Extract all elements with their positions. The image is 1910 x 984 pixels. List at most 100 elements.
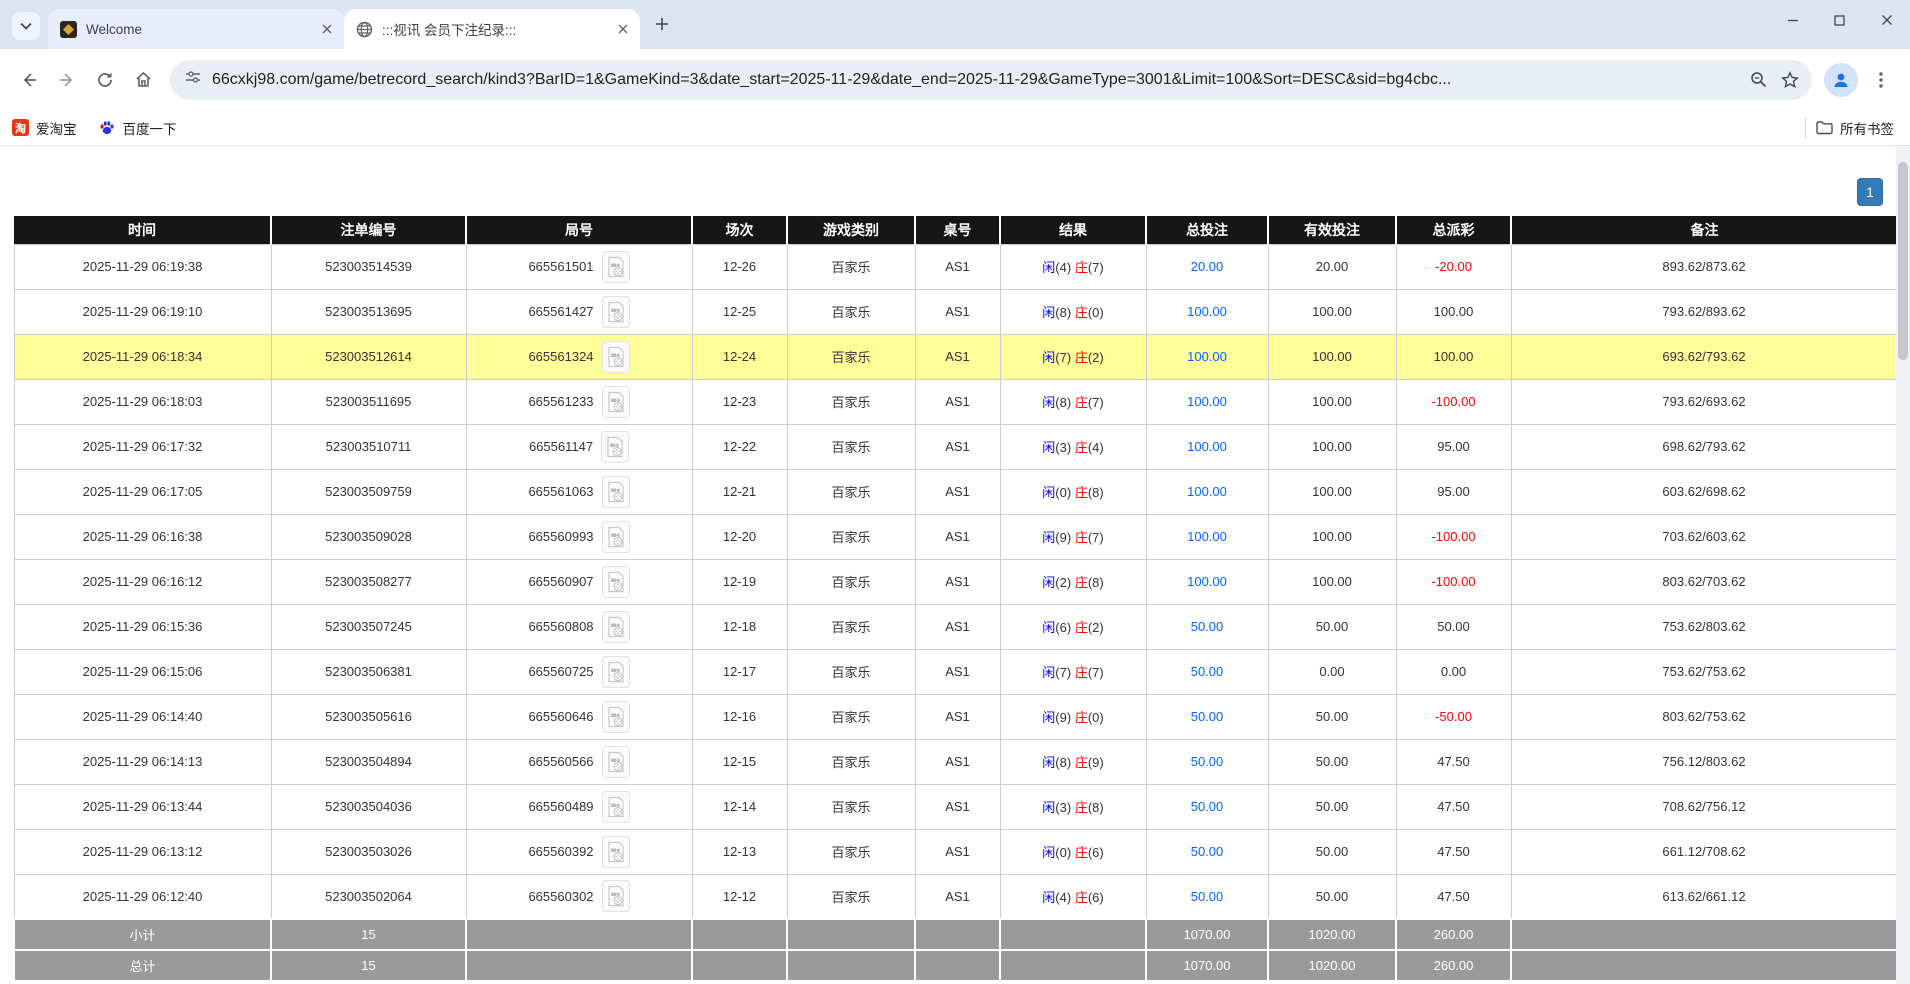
cell-result: 闲(7) 庄(2)	[1000, 334, 1146, 379]
pagination-page-button[interactable]: 1	[1857, 178, 1883, 206]
table-row: 2025-11-29 06:16:12 523003508277 6655609…	[14, 559, 1897, 604]
cell-table: AS1	[915, 784, 1000, 829]
video-replay-button[interactable]	[602, 836, 630, 868]
header-table: 桌号	[915, 216, 1000, 244]
banker-result-value: (8)	[1088, 800, 1104, 815]
player-result-value: (4)	[1055, 260, 1071, 275]
cell-time: 2025-11-29 06:16:38	[14, 514, 271, 559]
cell-round-id: 665561427	[466, 289, 692, 334]
cell-result: 闲(8) 庄(7)	[1000, 379, 1146, 424]
plus-icon	[655, 17, 669, 36]
video-replay-button[interactable]	[602, 791, 630, 823]
tab-bet-records[interactable]: :::视讯 会员下注纪录:::	[344, 9, 640, 49]
maximize-button[interactable]	[1816, 0, 1863, 40]
video-replay-button[interactable]	[602, 656, 630, 688]
bookmark-baidu[interactable]: 百度一下	[99, 118, 177, 138]
banker-result-label: 庄	[1075, 260, 1088, 275]
cell-payout: 95.00	[1396, 469, 1511, 514]
video-replay-button[interactable]	[602, 880, 630, 912]
cell-payout: 47.50	[1396, 874, 1511, 919]
player-result-value: (8)	[1055, 305, 1071, 320]
video-replay-button[interactable]	[601, 431, 629, 463]
cell-valid-bet: 100.00	[1268, 469, 1396, 514]
video-replay-button[interactable]	[602, 296, 630, 328]
cell-note: 803.62/703.62	[1511, 559, 1897, 604]
banker-result-label: 庄	[1075, 710, 1088, 725]
cell-total-bet: 50.00	[1146, 694, 1268, 739]
profile-avatar[interactable]	[1824, 63, 1858, 97]
address-bar[interactable]: 66cxkj98.com/game/betrecord_search/kind3…	[170, 60, 1812, 100]
tab-close-icon[interactable]	[614, 20, 632, 38]
video-replay-button[interactable]	[602, 386, 630, 418]
zoom-icon[interactable]	[1742, 64, 1774, 96]
tab-welcome[interactable]: Welcome	[48, 9, 344, 49]
video-replay-button[interactable]	[602, 746, 630, 778]
subtotal-valid-bet: 1020.00	[1268, 919, 1396, 950]
cell-total-bet: 100.00	[1146, 334, 1268, 379]
refresh-button[interactable]	[86, 61, 124, 99]
url-text[interactable]: 66cxkj98.com/game/betrecord_search/kind3…	[212, 71, 1732, 89]
table-row: 2025-11-29 06:13:12 523003503026 6655603…	[14, 829, 1897, 874]
player-result-value: (8)	[1055, 395, 1071, 410]
cell-valid-bet: 50.00	[1268, 874, 1396, 919]
tab-title: :::视讯 会员下注纪录:::	[382, 19, 614, 39]
video-replay-button[interactable]	[602, 701, 630, 733]
back-button[interactable]	[10, 61, 48, 99]
table-row: 2025-11-29 06:18:03 523003511695 6655612…	[14, 379, 1897, 424]
cell-bet-id: 523003507245	[271, 604, 466, 649]
video-replay-button[interactable]	[602, 251, 630, 283]
new-tab-button[interactable]	[648, 12, 676, 40]
total-valid-bet: 1020.00	[1268, 950, 1396, 981]
tab-search-button[interactable]	[12, 12, 40, 40]
cell-table: AS1	[915, 649, 1000, 694]
scrollbar-thumb[interactable]	[1898, 162, 1908, 360]
forward-button[interactable]	[48, 61, 86, 99]
video-replay-button[interactable]	[602, 566, 630, 598]
banker-result-value: (6)	[1088, 845, 1104, 860]
player-result-value: (7)	[1055, 350, 1071, 365]
cell-valid-bet: 100.00	[1268, 559, 1396, 604]
player-result-label: 闲	[1042, 395, 1055, 410]
cell-table: AS1	[915, 289, 1000, 334]
cell-payout: 0.00	[1396, 649, 1511, 694]
player-result-label: 闲	[1042, 530, 1055, 545]
video-replay-button[interactable]	[602, 611, 630, 643]
bookmark-star-icon[interactable]	[1774, 64, 1806, 96]
round-id-text: 665561063	[528, 484, 593, 499]
cell-session: 12-21	[692, 469, 787, 514]
cell-table: AS1	[915, 874, 1000, 919]
player-result-label: 闲	[1042, 755, 1055, 770]
home-button[interactable]	[124, 61, 162, 99]
cell-result: 闲(7) 庄(7)	[1000, 649, 1146, 694]
cell-valid-bet: 100.00	[1268, 289, 1396, 334]
cell-session: 12-20	[692, 514, 787, 559]
subtotal-payout: 260.00	[1396, 919, 1511, 950]
site-settings-icon[interactable]	[184, 68, 202, 91]
cell-result: 闲(6) 庄(2)	[1000, 604, 1146, 649]
round-id-text: 665561233	[528, 394, 593, 409]
video-replay-button[interactable]	[602, 521, 630, 553]
cell-payout: -100.00	[1396, 514, 1511, 559]
video-replay-button[interactable]	[602, 341, 630, 373]
subtotal-count: 15	[271, 919, 466, 950]
banker-result-label: 庄	[1075, 620, 1088, 635]
browser-menu-button[interactable]	[1862, 61, 1900, 99]
page-scrollbar[interactable]	[1896, 146, 1910, 984]
banker-result-value: (7)	[1088, 395, 1104, 410]
cell-note: 693.62/793.62	[1511, 334, 1897, 379]
cell-time: 2025-11-29 06:15:36	[14, 604, 271, 649]
cell-note: 793.62/693.62	[1511, 379, 1897, 424]
cell-note: 793.62/893.62	[1511, 289, 1897, 334]
tab-close-icon[interactable]	[318, 20, 336, 38]
globe-icon	[356, 21, 373, 38]
cell-result: 闲(9) 庄(7)	[1000, 514, 1146, 559]
all-bookmarks-button[interactable]: 所有书签	[1816, 118, 1894, 138]
close-window-button[interactable]	[1863, 0, 1910, 40]
minimize-button[interactable]	[1769, 0, 1816, 40]
banker-result-value: (0)	[1088, 710, 1104, 725]
header-time: 时间	[14, 216, 271, 244]
cell-result: 闲(2) 庄(8)	[1000, 559, 1146, 604]
bookmark-taobao[interactable]: 淘 爱淘宝	[12, 118, 77, 138]
cell-bet-id: 523003512614	[271, 334, 466, 379]
video-replay-button[interactable]	[602, 476, 630, 508]
